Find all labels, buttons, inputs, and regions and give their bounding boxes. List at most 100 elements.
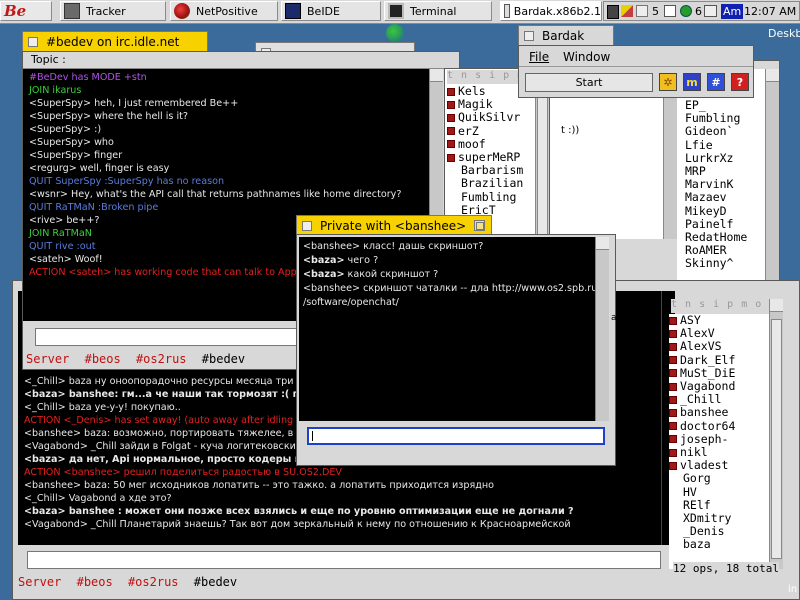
- nick-item[interactable]: Mazaev: [685, 191, 765, 204]
- private-window-tab[interactable]: Private with <banshee>: [296, 215, 492, 235]
- channel-tab-bedev[interactable]: #bedev: [202, 352, 245, 366]
- close-box[interactable]: [524, 30, 534, 41]
- os2rus-nick-scrollbar[interactable]: [769, 299, 783, 569]
- tray-counter-2: 6: [695, 5, 702, 18]
- chat-text: /software/openchat/: [303, 297, 399, 308]
- start-button[interactable]: Start: [525, 73, 653, 92]
- desktop-fragment: in: [788, 584, 798, 595]
- bardak-m-button[interactable]: m: [683, 73, 701, 91]
- mail-icon[interactable]: [704, 5, 717, 17]
- private-message-input[interactable]: [307, 427, 605, 445]
- deskbar-app-label: Tracker: [86, 4, 126, 18]
- bardak-window: File Window Start ✲ m # ?: [518, 45, 754, 98]
- deskbar-app-label: Terminal: [410, 4, 457, 18]
- os2rus-message-input[interactable]: [27, 551, 661, 569]
- op-icon: [669, 422, 677, 431]
- nick-item[interactable]: banshee: [669, 406, 769, 419]
- deskbar-app-beide[interactable]: BeIDE: [281, 1, 381, 21]
- channel-tab-os2rus[interactable]: #os2rus: [128, 575, 179, 589]
- nick-item[interactable]: MikeyD: [685, 204, 765, 218]
- chat-line: <SuperSpy> who: [29, 137, 114, 148]
- op-icon: [669, 316, 677, 325]
- nick-name: QuikSilvr: [458, 110, 521, 125]
- bardak-title: Bardak: [542, 28, 585, 43]
- private-chat-area: <banshee> класс! дашь скриншот? <baza> ч…: [299, 237, 595, 421]
- op-icon: [669, 382, 677, 391]
- nick-item[interactable]: HV: [669, 484, 769, 499]
- topic-bar: Topic :: [23, 52, 459, 69]
- deskbar-app-terminal[interactable]: Terminal: [384, 1, 492, 21]
- nick-item[interactable]: Gorg: [669, 472, 769, 485]
- help-icon: ?: [736, 75, 744, 89]
- menu-file[interactable]: File: [529, 50, 549, 64]
- os2rus-channel-tabs: Server #beos #os2rus #bedev: [18, 575, 668, 595]
- nick-item[interactable]: Skinny^: [685, 257, 765, 270]
- nick-item[interactable]: erZ: [447, 124, 535, 138]
- close-box[interactable]: [28, 36, 38, 47]
- bg-nick-scrollbar[interactable]: [765, 69, 779, 281]
- deskbar-replicant-bardak[interactable]: Bardak.x86b2.1: [500, 1, 602, 21]
- op-icon: [447, 153, 455, 162]
- menu-window[interactable]: Window: [563, 50, 610, 64]
- op-icon: [669, 435, 677, 444]
- deskbar-app-tracker[interactable]: Tracker: [60, 1, 166, 21]
- bardak-help-button[interactable]: ?: [731, 73, 749, 91]
- clock[interactable]: 12:07 AM: [744, 5, 796, 18]
- nick-item[interactable]: baza: [669, 538, 769, 551]
- bedev-window-tab[interactable]: #bedev on irc.idle.net: [22, 31, 208, 51]
- channel-tab-server[interactable]: Server: [18, 575, 61, 589]
- chat-line: #BeDev has MODE +stn: [29, 72, 147, 83]
- chat-line: <SuperSpy> where the hell is it?: [29, 111, 188, 122]
- nick-item[interactable]: QuikSilvr: [447, 111, 535, 124]
- chat-line: <SuperSpy> finger: [29, 150, 123, 161]
- op-icon: [669, 356, 677, 365]
- deskbar-app-label: BeIDE: [307, 4, 340, 18]
- nick-item[interactable]: AlexVS: [669, 340, 769, 353]
- bardak-icon: [504, 4, 510, 18]
- am-indicator: Am: [721, 4, 744, 19]
- zoom-box[interactable]: [474, 220, 486, 231]
- document-icon[interactable]: [636, 5, 648, 17]
- bardak-window-tab[interactable]: Bardak: [518, 25, 614, 45]
- nick-name: Fumbling: [461, 189, 517, 204]
- bardak-sun-button[interactable]: ✲: [659, 73, 677, 91]
- chat-text: скриншот чаталки -- дла http://www.os2.s…: [360, 283, 595, 294]
- nick-item[interactable]: Dark_Elf: [669, 353, 769, 367]
- private-chat-scrollbar[interactable]: [595, 237, 609, 421]
- dice-icon[interactable]: [664, 5, 676, 17]
- chat-line: ACTION <banshee> решил поделиться радост…: [24, 467, 342, 478]
- desktop-person-icon[interactable]: [386, 24, 404, 42]
- close-box[interactable]: [302, 220, 312, 231]
- op-icon: [669, 343, 677, 351]
- nick-item[interactable]: doctor64: [669, 419, 769, 433]
- deskbar-app-label: NetPositive: [196, 4, 258, 18]
- nick-item[interactable]: Gideon`: [685, 125, 765, 138]
- be-menu-button[interactable]: Be: [0, 1, 52, 21]
- disk-icon[interactable]: [607, 5, 619, 19]
- channel-tab-beos[interactable]: #beos: [85, 352, 121, 366]
- chat-line: <banshee> скриншот чаталки -- дла http:/…: [303, 282, 595, 296]
- deskbar-app-netpositive[interactable]: NetPositive: [170, 1, 278, 21]
- channel-tab-bedev[interactable]: #bedev: [194, 575, 237, 589]
- channel-tab-beos[interactable]: #beos: [77, 575, 113, 589]
- globe-icon[interactable]: [680, 5, 692, 17]
- chat-line: <SuperSpy> :): [29, 124, 102, 135]
- op-icon: [669, 395, 677, 404]
- os2rus-nick-list: ASY AlexV AlexVS Dark_Elf MuSt_DiE Vagab…: [669, 314, 769, 569]
- m-icon: m: [686, 75, 698, 89]
- chat-text: чего ?: [344, 255, 379, 266]
- tray-counter-1: 5: [652, 5, 659, 18]
- channel-tab-os2rus[interactable]: #os2rus: [136, 352, 187, 366]
- nick-name: HV: [683, 484, 697, 499]
- op-icon: [669, 329, 677, 338]
- channel-tab-server[interactable]: Server: [26, 352, 69, 366]
- chat-line: <Vagabond> _Chill Планетарий знаешь? Так…: [24, 519, 571, 530]
- bardak-hash-button[interactable]: #: [707, 73, 725, 91]
- chat-line: <regurg> well, finger is easy: [29, 163, 170, 174]
- nick-item[interactable]: Lfie: [685, 138, 765, 152]
- op-icon: [669, 448, 677, 457]
- nick-item[interactable]: Fumbling: [447, 189, 535, 204]
- pencil-icon[interactable]: [621, 5, 633, 17]
- chat-text: какой скриншот ?: [344, 269, 439, 280]
- nick-item[interactable]: Brazilian: [447, 177, 535, 190]
